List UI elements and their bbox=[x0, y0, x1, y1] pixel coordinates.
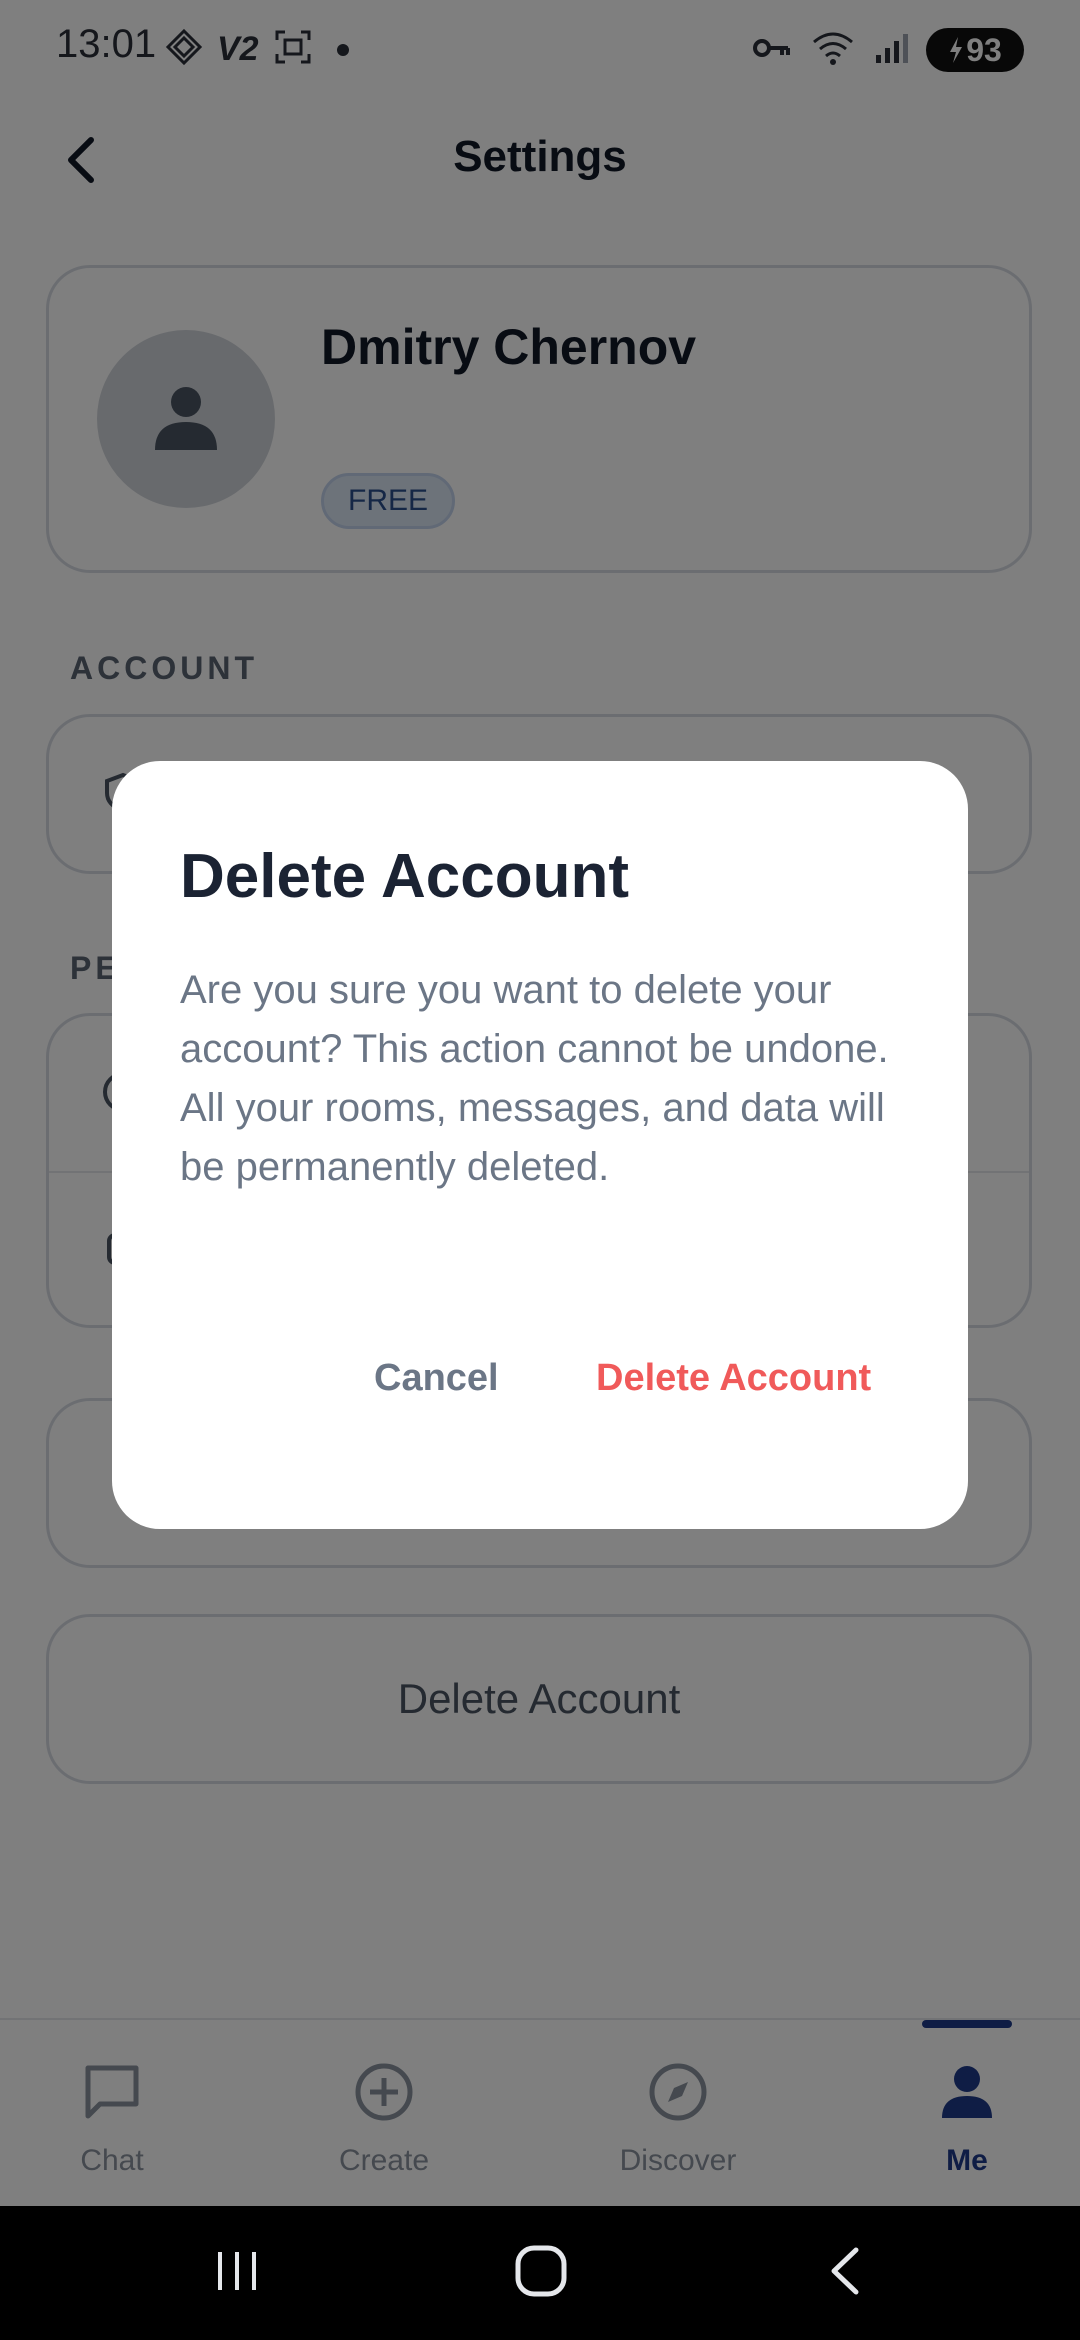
dialog-title: Delete Account bbox=[180, 842, 630, 911]
cancel-button[interactable]: Cancel bbox=[374, 1357, 499, 1400]
home-icon[interactable] bbox=[514, 2244, 568, 2303]
recent-apps-icon[interactable] bbox=[212, 2246, 262, 2301]
dialog-message: Are you sure you want to delete your acc… bbox=[180, 968, 889, 1189]
confirm-delete-button[interactable]: Delete Account bbox=[596, 1357, 871, 1400]
delete-account-dialog: Delete Account Are you sure you want to … bbox=[112, 761, 968, 1529]
system-nav-bar bbox=[0, 2206, 1080, 2340]
back-nav-icon[interactable] bbox=[826, 2246, 862, 2301]
